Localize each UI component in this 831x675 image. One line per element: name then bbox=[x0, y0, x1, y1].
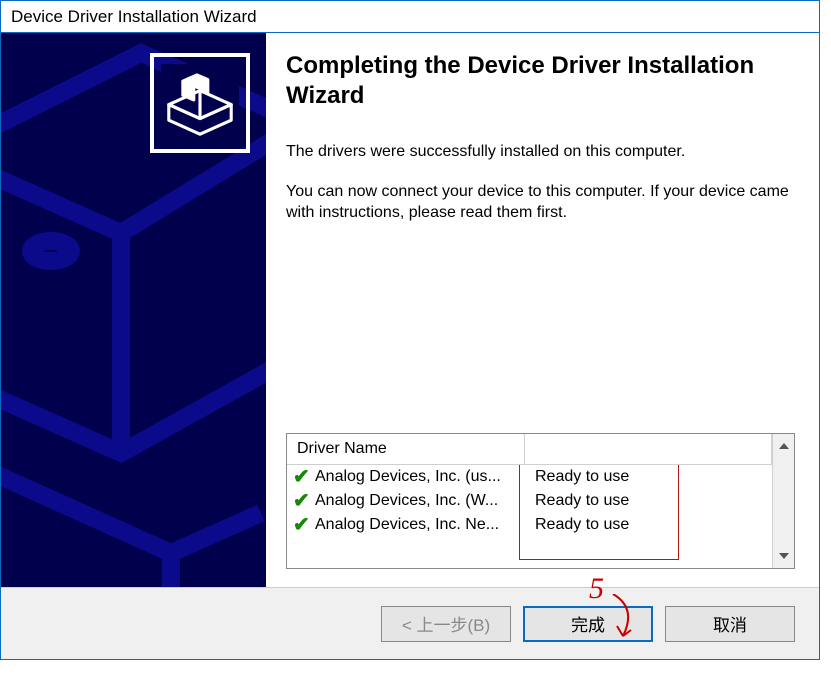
wizard-heading: Completing the Device Driver Installatio… bbox=[286, 51, 795, 111]
checkmark-icon: ✔ bbox=[293, 491, 315, 511]
wizard-main-panel: Completing the Device Driver Installatio… bbox=[266, 33, 819, 587]
drawer-icon bbox=[161, 64, 239, 142]
wizard-text-line-2: You can now connect your device to this … bbox=[286, 181, 795, 224]
driver-table: Driver Name ✔ Analog Devices, Inc. (us..… bbox=[287, 434, 772, 568]
driver-status-cell: Ready to use bbox=[529, 516, 629, 534]
window-title: Device Driver Installation Wizard bbox=[11, 7, 257, 27]
driver-list-scrollbar[interactable] bbox=[772, 434, 794, 568]
driver-name-cell: Analog Devices, Inc. Ne... bbox=[315, 516, 529, 534]
wizard-content: Completing the Device Driver Installatio… bbox=[1, 33, 819, 587]
wizard-banner-icon bbox=[150, 53, 250, 153]
spacer bbox=[286, 242, 795, 433]
cancel-button[interactable]: 取消 bbox=[665, 606, 795, 642]
driver-list: Driver Name ✔ Analog Devices, Inc. (us..… bbox=[286, 433, 795, 569]
driver-status-cell: Ready to use bbox=[529, 492, 629, 510]
wizard-button-bar: 5 < 上一步(B) 完成 取消 bbox=[1, 587, 819, 659]
scroll-track[interactable] bbox=[773, 458, 794, 544]
column-header-driver-name[interactable]: Driver Name bbox=[287, 434, 525, 464]
scroll-up-icon[interactable] bbox=[773, 434, 794, 458]
wizard-sidebar bbox=[1, 33, 266, 587]
driver-list-header[interactable]: Driver Name bbox=[287, 434, 772, 465]
driver-status-cell: Ready to use bbox=[529, 468, 629, 486]
checkmark-icon: ✔ bbox=[293, 515, 315, 535]
table-row[interactable]: ✔ Analog Devices, Inc. Ne... Ready to us… bbox=[287, 513, 772, 537]
wizard-text-line-1: The drivers were successfully installed … bbox=[286, 141, 795, 163]
table-row[interactable]: ✔ Analog Devices, Inc. (W... Ready to us… bbox=[287, 489, 772, 513]
wizard-window: Device Driver Installation Wizard bbox=[0, 0, 820, 660]
table-row[interactable]: ✔ Analog Devices, Inc. (us... Ready to u… bbox=[287, 465, 772, 489]
finish-button[interactable]: 完成 bbox=[523, 606, 653, 642]
scroll-down-icon[interactable] bbox=[773, 544, 794, 568]
driver-list-body: ✔ Analog Devices, Inc. (us... Ready to u… bbox=[287, 465, 772, 568]
back-button: < 上一步(B) bbox=[381, 606, 511, 642]
window-titlebar: Device Driver Installation Wizard bbox=[1, 1, 819, 33]
driver-name-cell: Analog Devices, Inc. (W... bbox=[315, 492, 529, 510]
checkmark-icon: ✔ bbox=[293, 467, 315, 487]
driver-name-cell: Analog Devices, Inc. (us... bbox=[315, 468, 529, 486]
column-header-status[interactable] bbox=[525, 434, 772, 464]
